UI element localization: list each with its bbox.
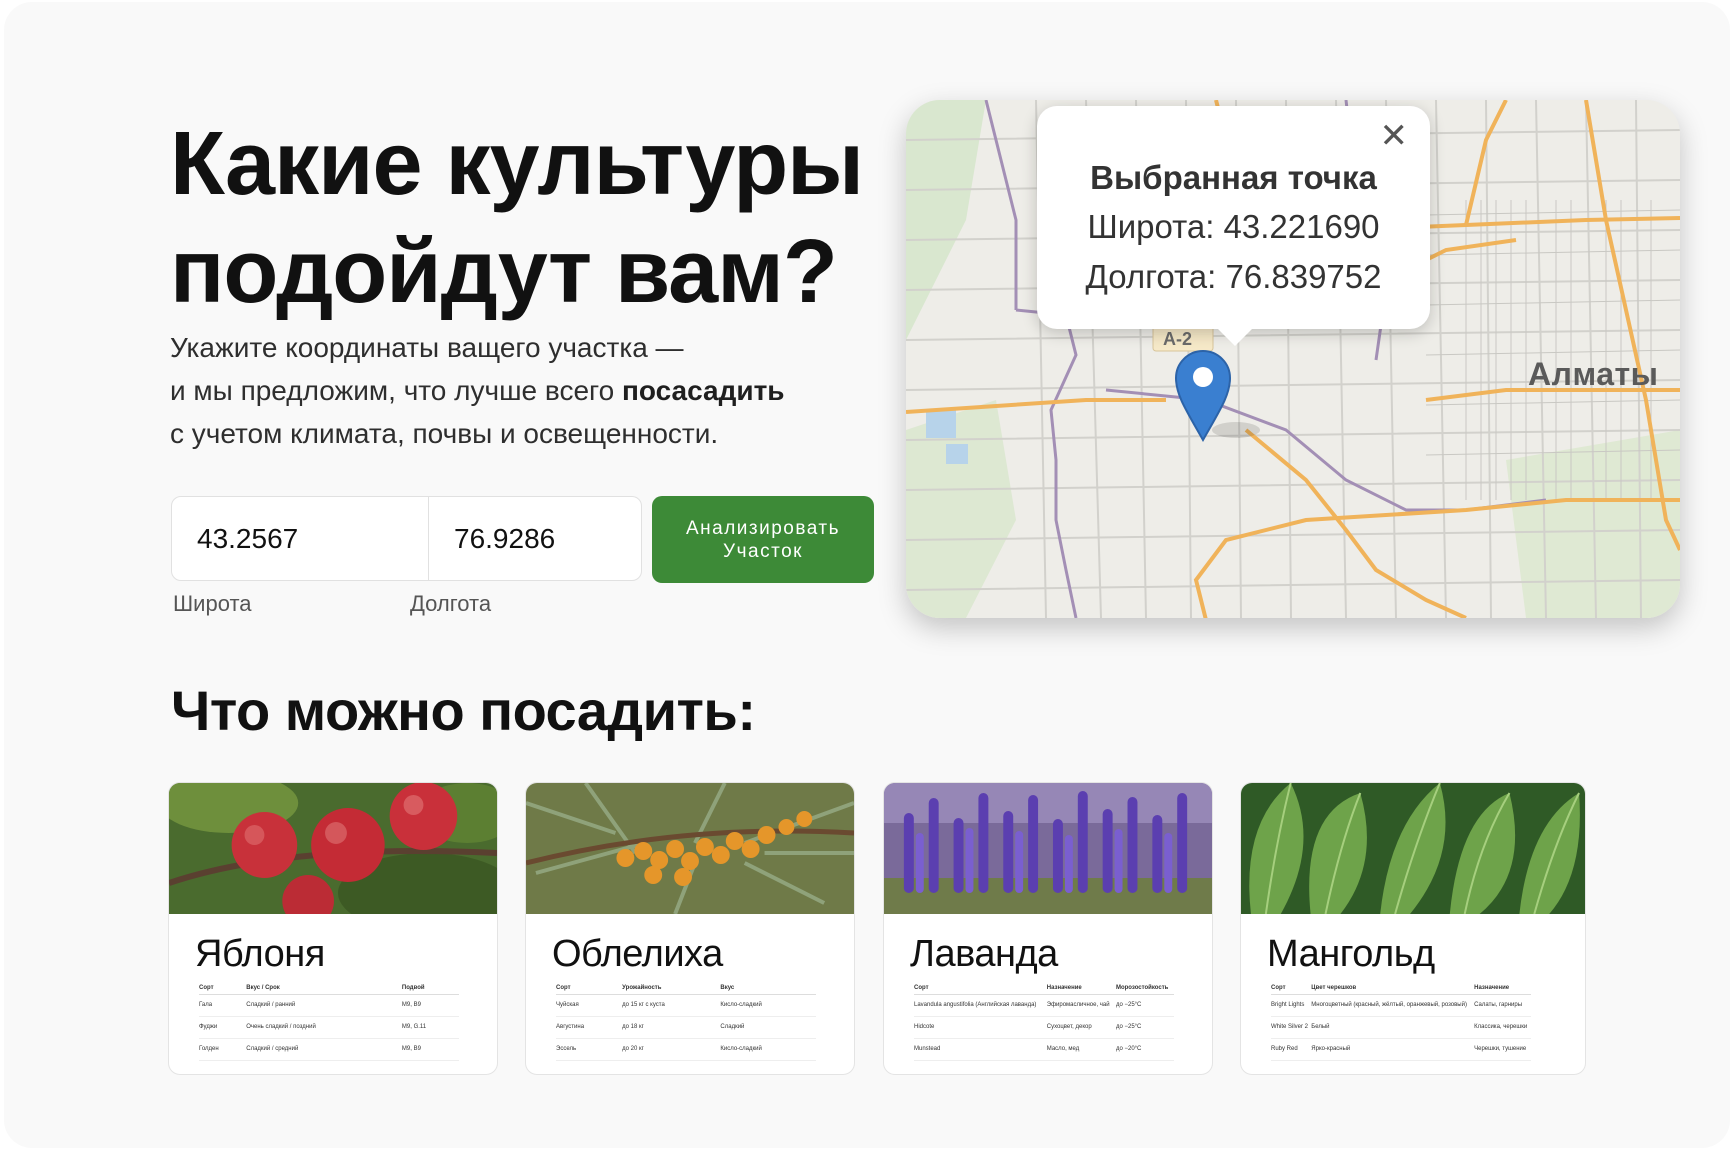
table-cell: Гала (199, 994, 247, 1017)
close-icon[interactable]: ✕ (1380, 116, 1409, 156)
table-cell: Hidcote (914, 1016, 1047, 1039)
crop-name: Яблоня (195, 933, 325, 975)
table-cell: Эссель (556, 1038, 623, 1061)
table-cell: Кисло-сладкий (720, 994, 816, 1017)
table-row: Munstead Масло, мед до −20°C (914, 1038, 1174, 1061)
table-cell: Lavandula angustifolia (Английская лаван… (914, 994, 1047, 1017)
table-row: Lavandula angustifolia (Английская лаван… (914, 994, 1174, 1017)
table-cell: Эфиромасличное, чай (1046, 994, 1116, 1017)
table-row: Августина до 18 кг Сладкий (556, 1016, 816, 1039)
crop-name: Лаванда (910, 933, 1058, 975)
table-cell: Чуйская (556, 994, 623, 1017)
table-row: Ruby Red Ярко-красный Черешки, тушение (1271, 1038, 1531, 1061)
table-cell: Сладкий / средний (246, 1038, 402, 1061)
table-cell: Классика, черешки (1474, 1016, 1531, 1039)
table-header: Сорт (1271, 983, 1312, 995)
table-cell: Очень сладкий / поздний (246, 1016, 402, 1039)
table-row: Чуйская до 15 кг с куста Кисло-сладкий (556, 994, 816, 1017)
table-cell: Многоцветный (красный, жёлтый, оранжевый… (1311, 994, 1475, 1017)
table-row: Фуджи Очень сладкий / поздний M9, G.11 (199, 1016, 459, 1039)
latitude-input[interactable] (171, 496, 429, 581)
analyze-button[interactable]: Анализировать Участок (652, 496, 874, 583)
popup-latitude: Широта: 43.221690 (1087, 208, 1380, 245)
table-cell: Черешки, тушение (1474, 1038, 1531, 1061)
table-cell: до −25°C (1115, 1016, 1174, 1039)
table-cell: Белый (1311, 1016, 1475, 1039)
map-widget[interactable]: А-2 Алматы ✕ Выбранная точка Широта: 43.… (906, 100, 1680, 618)
table-cell: Munstead (914, 1038, 1047, 1061)
table-row: White Silver 2 Белый Классика, черешки (1271, 1016, 1531, 1039)
apple-tree-photo (169, 783, 497, 914)
lavender-photo (884, 783, 1212, 914)
page-frame: Какие культуры подойдут вам? Укажите коо… (4, 2, 1730, 1148)
table-cell: M9, B9 (401, 994, 459, 1017)
table-cell: Августина (556, 1016, 623, 1039)
subtitle-text-end: с учетом климата, почвы и освещенности. (170, 418, 719, 449)
table-header: Назначение (1046, 983, 1116, 995)
table-cell: M9, G.11 (401, 1016, 459, 1039)
table-cell: Сладкий / ранний (246, 994, 402, 1017)
analyze-button-label: Анализировать Участок (685, 517, 841, 562)
table-cell: Салаты, гарниры (1474, 994, 1531, 1017)
table-cell: до −25°C (1115, 994, 1174, 1017)
table-header: Сорт (914, 983, 1047, 995)
latitude-label: Широта (173, 591, 252, 616)
crop-card-chard[interactable]: Мангольд Сорт Цвет черешков Назначение Bri… (1240, 782, 1586, 1075)
table-row: Голден Сладкий / средний M9, B9 (199, 1038, 459, 1061)
popup-title: Выбранная точка (1090, 159, 1377, 196)
crop-name: Облелиха (552, 933, 723, 975)
table-cell: Фуджи (199, 1016, 247, 1039)
table-row: Hidcote Сухоцвет, декор до −25°C (914, 1016, 1174, 1039)
table-header: Морозостойкость (1115, 983, 1174, 995)
table-cell: M9, B9 (401, 1038, 459, 1061)
crop-varieties-table: Сорт Урожайность Вкус Чуйская до 15 кг с ку… (556, 983, 816, 1061)
crop-card-lavender[interactable]: Лаванда Сорт Назначение Морозостойкость La… (883, 782, 1213, 1075)
table-cell: Ruby Red (1271, 1038, 1312, 1061)
table-header: Вкус (720, 983, 816, 995)
page-subtitle: Укажите координаты ващего участка — и мы… (170, 326, 890, 455)
road-label: А-2 (1163, 329, 1192, 349)
map-popup: ✕ Выбранная точка Широта: 43.221690 Долг… (1037, 106, 1430, 346)
table-row: Гала Сладкий / ранний M9, B9 (199, 994, 459, 1017)
table-header: Урожайность (622, 983, 721, 995)
table-cell: Масло, мед (1046, 1038, 1116, 1061)
subtitle-text: Укажите координаты ващего участка — и мы… (170, 332, 684, 406)
popup-longitude: Долгота: 76.839752 (1085, 258, 1382, 295)
crop-varieties-table: Сорт Назначение Морозостойкость Lavandula … (914, 983, 1174, 1061)
crop-name: Мангольд (1267, 933, 1435, 975)
table-header: Цвет черешков (1311, 983, 1475, 995)
table-cell: White Silver 2 (1271, 1016, 1312, 1039)
longitude-label: Долгота (410, 591, 492, 616)
table-cell: Сухоцвет, декор (1046, 1016, 1116, 1039)
crops-section-title: Что можно посадить: (171, 679, 756, 742)
table-header: Подвой (401, 983, 459, 995)
page-title: Какие культуры подойдут вам? (170, 114, 864, 322)
crop-varieties-table: Сорт Цвет черешков Назначение Bright Light… (1271, 983, 1531, 1061)
table-header: Сорт (199, 983, 247, 995)
table-cell: до 18 кг (622, 1016, 721, 1039)
longitude-input[interactable] (428, 496, 642, 581)
table-header: Назначение (1474, 983, 1531, 995)
table-cell: до 15 кг с куста (622, 994, 721, 1017)
table-cell: до 20 кг (622, 1038, 721, 1061)
subtitle-emphasis: посасадить (621, 375, 785, 406)
table-row: Эссель до 20 кг Кисло-сладкий (556, 1038, 816, 1061)
chard-photo (1241, 783, 1585, 914)
table-cell: до −20°C (1115, 1038, 1174, 1061)
sea-buckthorn-photo (526, 783, 854, 914)
crop-card-apple[interactable]: Яблоня Сорт Вкус / Срок Подвой Гала Сладкий… (168, 782, 498, 1075)
table-header: Вкус / Срок (246, 983, 402, 995)
table-header: Сорт (556, 983, 623, 995)
table-cell: Кисло-сладкий (720, 1038, 816, 1061)
crop-varieties-table: Сорт Вкус / Срок Подвой Гала Сладкий / ранн… (199, 983, 459, 1061)
table-cell: Голден (199, 1038, 247, 1061)
map-city-label: Алматы (1528, 356, 1659, 392)
table-cell: Сладкий (720, 1016, 816, 1039)
crop-card-sea-buckthorn[interactable]: Облелиха Сорт Урожайность Вкус Чуйская до 1… (525, 782, 855, 1075)
table-cell: Ярко-красный (1311, 1038, 1475, 1061)
table-cell: Bright Lights (1271, 994, 1312, 1017)
table-row: Bright Lights Многоцветный (красный, жёлт… (1271, 994, 1531, 1017)
